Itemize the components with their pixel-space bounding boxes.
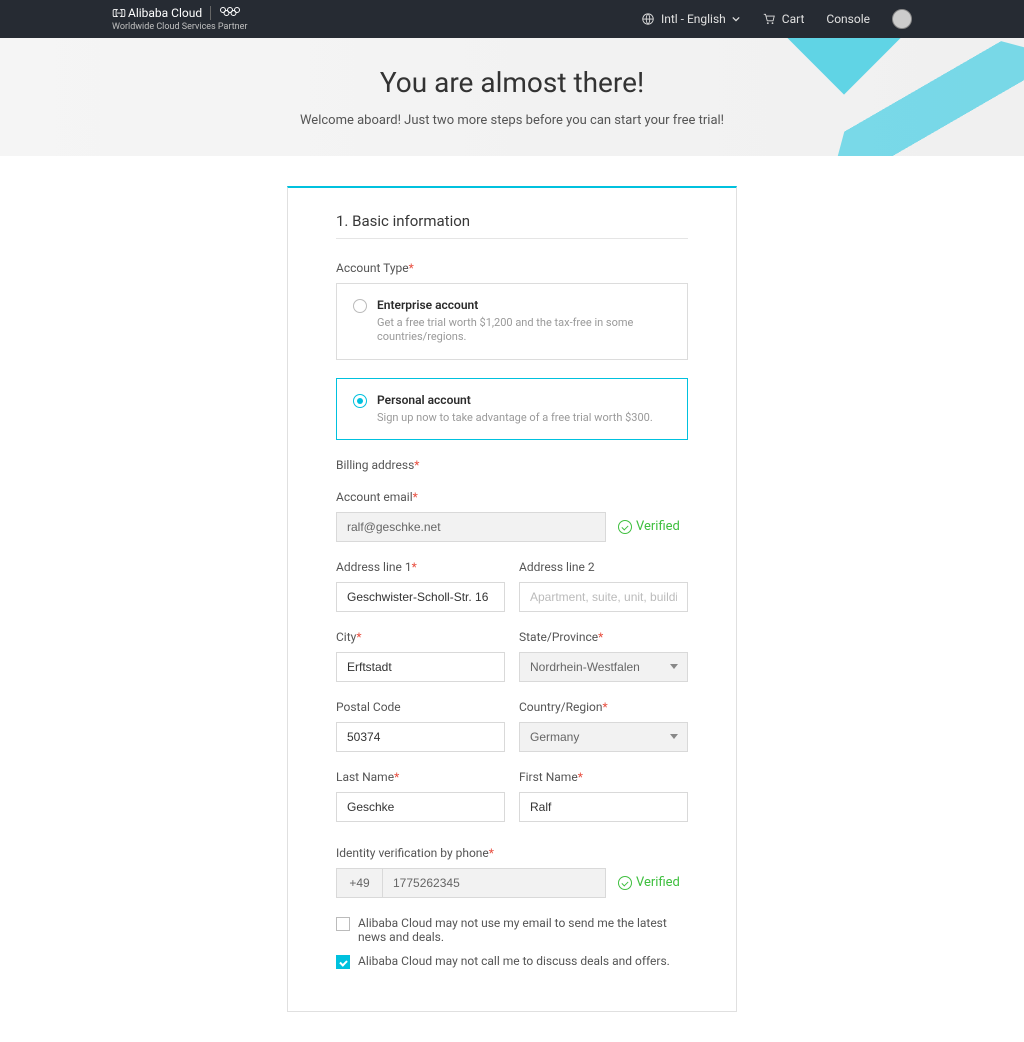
header: Alibaba Cloud Worldwide Cloud Services P…	[0, 0, 1024, 38]
radio-icon	[353, 299, 367, 313]
cart-icon	[762, 12, 776, 26]
account-type-enterprise[interactable]: Enterprise account Get a free trial wort…	[336, 283, 688, 360]
chevron-down-icon	[732, 15, 740, 23]
brand-name: Alibaba Cloud	[128, 6, 202, 20]
cart-link[interactable]: Cart	[762, 12, 805, 26]
radio-title: Personal account	[377, 393, 653, 407]
language-label: Intl - English	[661, 12, 726, 26]
section-title: 1. Basic information	[336, 212, 688, 230]
brand-area: Alibaba Cloud Worldwide Cloud Services P…	[112, 6, 247, 33]
account-type-personal[interactable]: Personal account Sign up now to take adv…	[336, 378, 688, 440]
country-label: Country/Region*	[519, 700, 688, 714]
language-selector[interactable]: Intl - English	[641, 12, 740, 26]
state-select[interactable]	[519, 652, 688, 682]
firstname-label: First Name*	[519, 770, 688, 784]
firstname-input[interactable]	[519, 792, 688, 822]
hero-subtitle: Welcome aboard! Just two more steps befo…	[0, 113, 1024, 128]
console-link[interactable]: Console	[826, 12, 870, 26]
hero: You are almost there! Welcome aboard! Ju…	[0, 38, 1024, 156]
email-optout-checkbox[interactable]	[336, 917, 350, 931]
console-label: Console	[826, 12, 870, 26]
phone-code-input	[336, 868, 382, 898]
radio-desc: Sign up now to take advantage of a free …	[377, 411, 653, 425]
profile-avatar[interactable]	[892, 9, 912, 29]
brand-logo[interactable]: Alibaba Cloud	[112, 6, 202, 20]
email-label: Account email*	[336, 490, 688, 504]
addr1-input[interactable]	[336, 582, 505, 612]
account-type-label: Account Type*	[336, 261, 688, 275]
addr1-label: Address line 1*	[336, 560, 505, 574]
phone-number-input	[382, 868, 606, 898]
call-optout-checkbox[interactable]	[336, 955, 350, 969]
postal-input[interactable]	[336, 722, 505, 752]
registration-card: 1. Basic information Account Type* Enter…	[287, 186, 737, 1012]
radio-desc: Get a free trial worth $1,200 and the ta…	[377, 316, 671, 345]
phone-verify-label: Identity verification by phone*	[336, 846, 688, 860]
olympic-rings-icon	[219, 6, 241, 21]
cart-label: Cart	[782, 12, 805, 26]
email-verified-badge: Verified	[618, 519, 680, 534]
addr2-label: Address line 2	[519, 560, 688, 574]
email-optout-label: Alibaba Cloud may not use my email to se…	[358, 916, 688, 944]
radio-icon	[353, 394, 367, 408]
call-optout-label: Alibaba Cloud may not call me to discuss…	[358, 954, 670, 968]
email-input	[336, 512, 606, 542]
state-label: State/Province*	[519, 630, 688, 644]
section-divider	[336, 238, 688, 239]
lastname-label: Last Name*	[336, 770, 505, 784]
check-circle-icon	[618, 876, 632, 890]
radio-title: Enterprise account	[377, 298, 671, 312]
city-label: City*	[336, 630, 505, 644]
lastname-input[interactable]	[336, 792, 505, 822]
globe-icon	[641, 12, 655, 26]
alibaba-cloud-icon	[112, 6, 126, 20]
phone-verified-badge: Verified	[618, 875, 680, 890]
check-circle-icon	[618, 520, 632, 534]
country-select[interactable]	[519, 722, 688, 752]
city-input[interactable]	[336, 652, 505, 682]
hero-title: You are almost there!	[0, 66, 1024, 99]
brand-tagline: Worldwide Cloud Services Partner	[112, 22, 247, 33]
postal-label: Postal Code	[336, 700, 505, 714]
billing-address-label: Billing address*	[336, 458, 688, 472]
brand-divider	[210, 6, 211, 20]
addr2-input[interactable]	[519, 582, 688, 612]
